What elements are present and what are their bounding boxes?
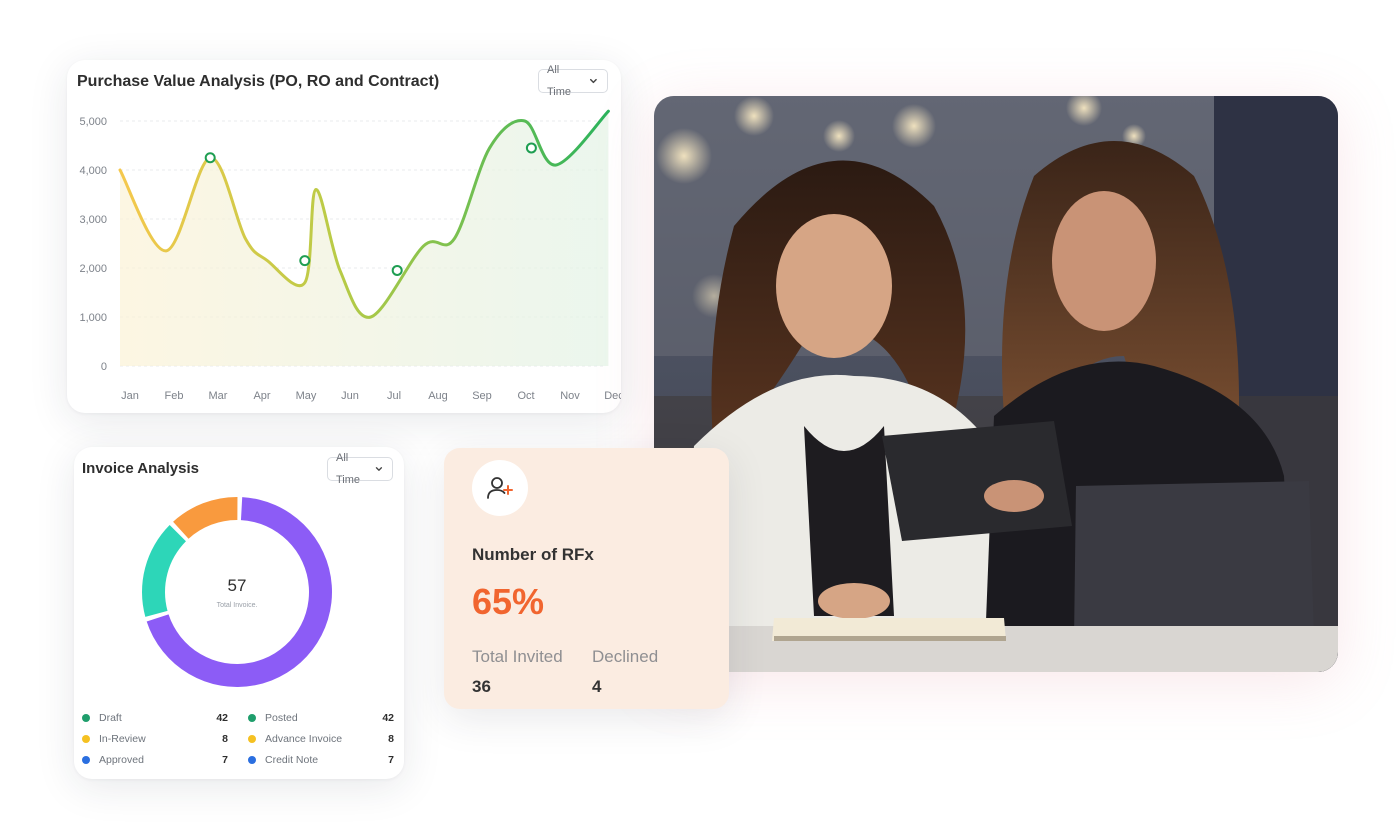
rfx-percent: 65% xyxy=(472,581,545,622)
legend-label: Posted xyxy=(265,712,298,724)
rfx-label: Number of RFx xyxy=(472,545,594,564)
data-point-marker[interactable] xyxy=(299,255,311,267)
x-tick-label: Jun xyxy=(341,390,359,402)
legend-dot xyxy=(82,714,90,722)
legend-label: Credit Note xyxy=(265,754,319,766)
declined-label: Declined xyxy=(592,647,659,666)
donut-slice[interactable] xyxy=(142,525,186,617)
legend-item[interactable]: Draft 42 xyxy=(82,711,228,725)
data-point-marker[interactable] xyxy=(204,152,216,164)
legend-item[interactable]: Approved 7 xyxy=(82,753,228,767)
x-tick-label: Oct xyxy=(517,390,534,402)
legend-label: In-Review xyxy=(99,733,146,745)
donut-center-value: 57 xyxy=(228,576,247,595)
legend-dot xyxy=(82,735,90,743)
legend-count: 42 xyxy=(382,712,394,724)
legend-count: 7 xyxy=(222,754,228,766)
x-tick-label: Jul xyxy=(387,390,401,402)
user-plus-icon xyxy=(487,477,513,499)
invoice-donut-chart: 57 Total Invoice. xyxy=(142,497,332,687)
total-invited-value: 36 xyxy=(472,677,491,696)
legend-item[interactable]: Posted 42 xyxy=(248,711,394,725)
x-tick-label: Aug xyxy=(428,390,448,402)
invoice-analysis-card: Invoice Analysis All Time 57 Total Invoi… xyxy=(74,447,404,779)
donut-center-label: Total Invoice. xyxy=(217,602,258,609)
legend-item[interactable]: In-Review 8 xyxy=(82,732,228,746)
x-tick-label: Jan xyxy=(121,390,139,402)
legend-count: 8 xyxy=(388,733,394,745)
y-tick-label: 1,000 xyxy=(79,312,107,324)
legend-dot xyxy=(248,735,256,743)
x-tick-label: May xyxy=(296,390,317,402)
x-tick-label: Dec xyxy=(604,390,621,402)
x-tick-label: Mar xyxy=(209,390,228,402)
x-tick-label: Sep xyxy=(472,390,492,402)
donut-slice[interactable] xyxy=(173,497,238,539)
team-photo xyxy=(654,96,1338,672)
rfx-card: Number of RFx 65% Total Invited 36 Decli… xyxy=(444,448,729,709)
y-tick-label: 3,000 xyxy=(79,214,107,226)
x-tick-label: Feb xyxy=(165,390,184,402)
x-tick-label: Apr xyxy=(253,390,270,402)
legend-item[interactable]: Advance Invoice 8 xyxy=(248,732,394,746)
legend-dot xyxy=(82,756,90,764)
legend-dot xyxy=(248,756,256,764)
x-tick-label: Nov xyxy=(560,390,580,402)
legend-label: Advance Invoice xyxy=(265,733,343,745)
legend-count: 8 xyxy=(222,733,228,745)
rfx-icon-badge xyxy=(472,460,528,516)
legend-count: 7 xyxy=(388,754,394,766)
data-point-marker[interactable] xyxy=(525,142,537,154)
total-invited-label: Total Invited xyxy=(472,647,563,666)
legend-label: Draft xyxy=(99,712,122,724)
y-tick-label: 5,000 xyxy=(79,116,107,128)
y-tick-label: 2,000 xyxy=(79,263,107,275)
legend-count: 42 xyxy=(216,712,228,724)
y-tick-label: 0 xyxy=(101,361,107,373)
data-point-marker[interactable] xyxy=(391,264,403,276)
purchase-line-chart: 5,000 4,000 3,000 2,000 1,000 0 Jan Feb Mar Apr M… xyxy=(79,109,621,402)
legend-label: Approved xyxy=(99,754,144,766)
legend-item[interactable]: Credit Note 7 xyxy=(248,753,394,767)
legend-dot xyxy=(248,714,256,722)
purchase-value-card: Purchase Value Analysis (PO, RO and Cont… xyxy=(67,60,621,413)
y-tick-label: 4,000 xyxy=(79,165,107,177)
declined-value: 4 xyxy=(592,677,602,696)
